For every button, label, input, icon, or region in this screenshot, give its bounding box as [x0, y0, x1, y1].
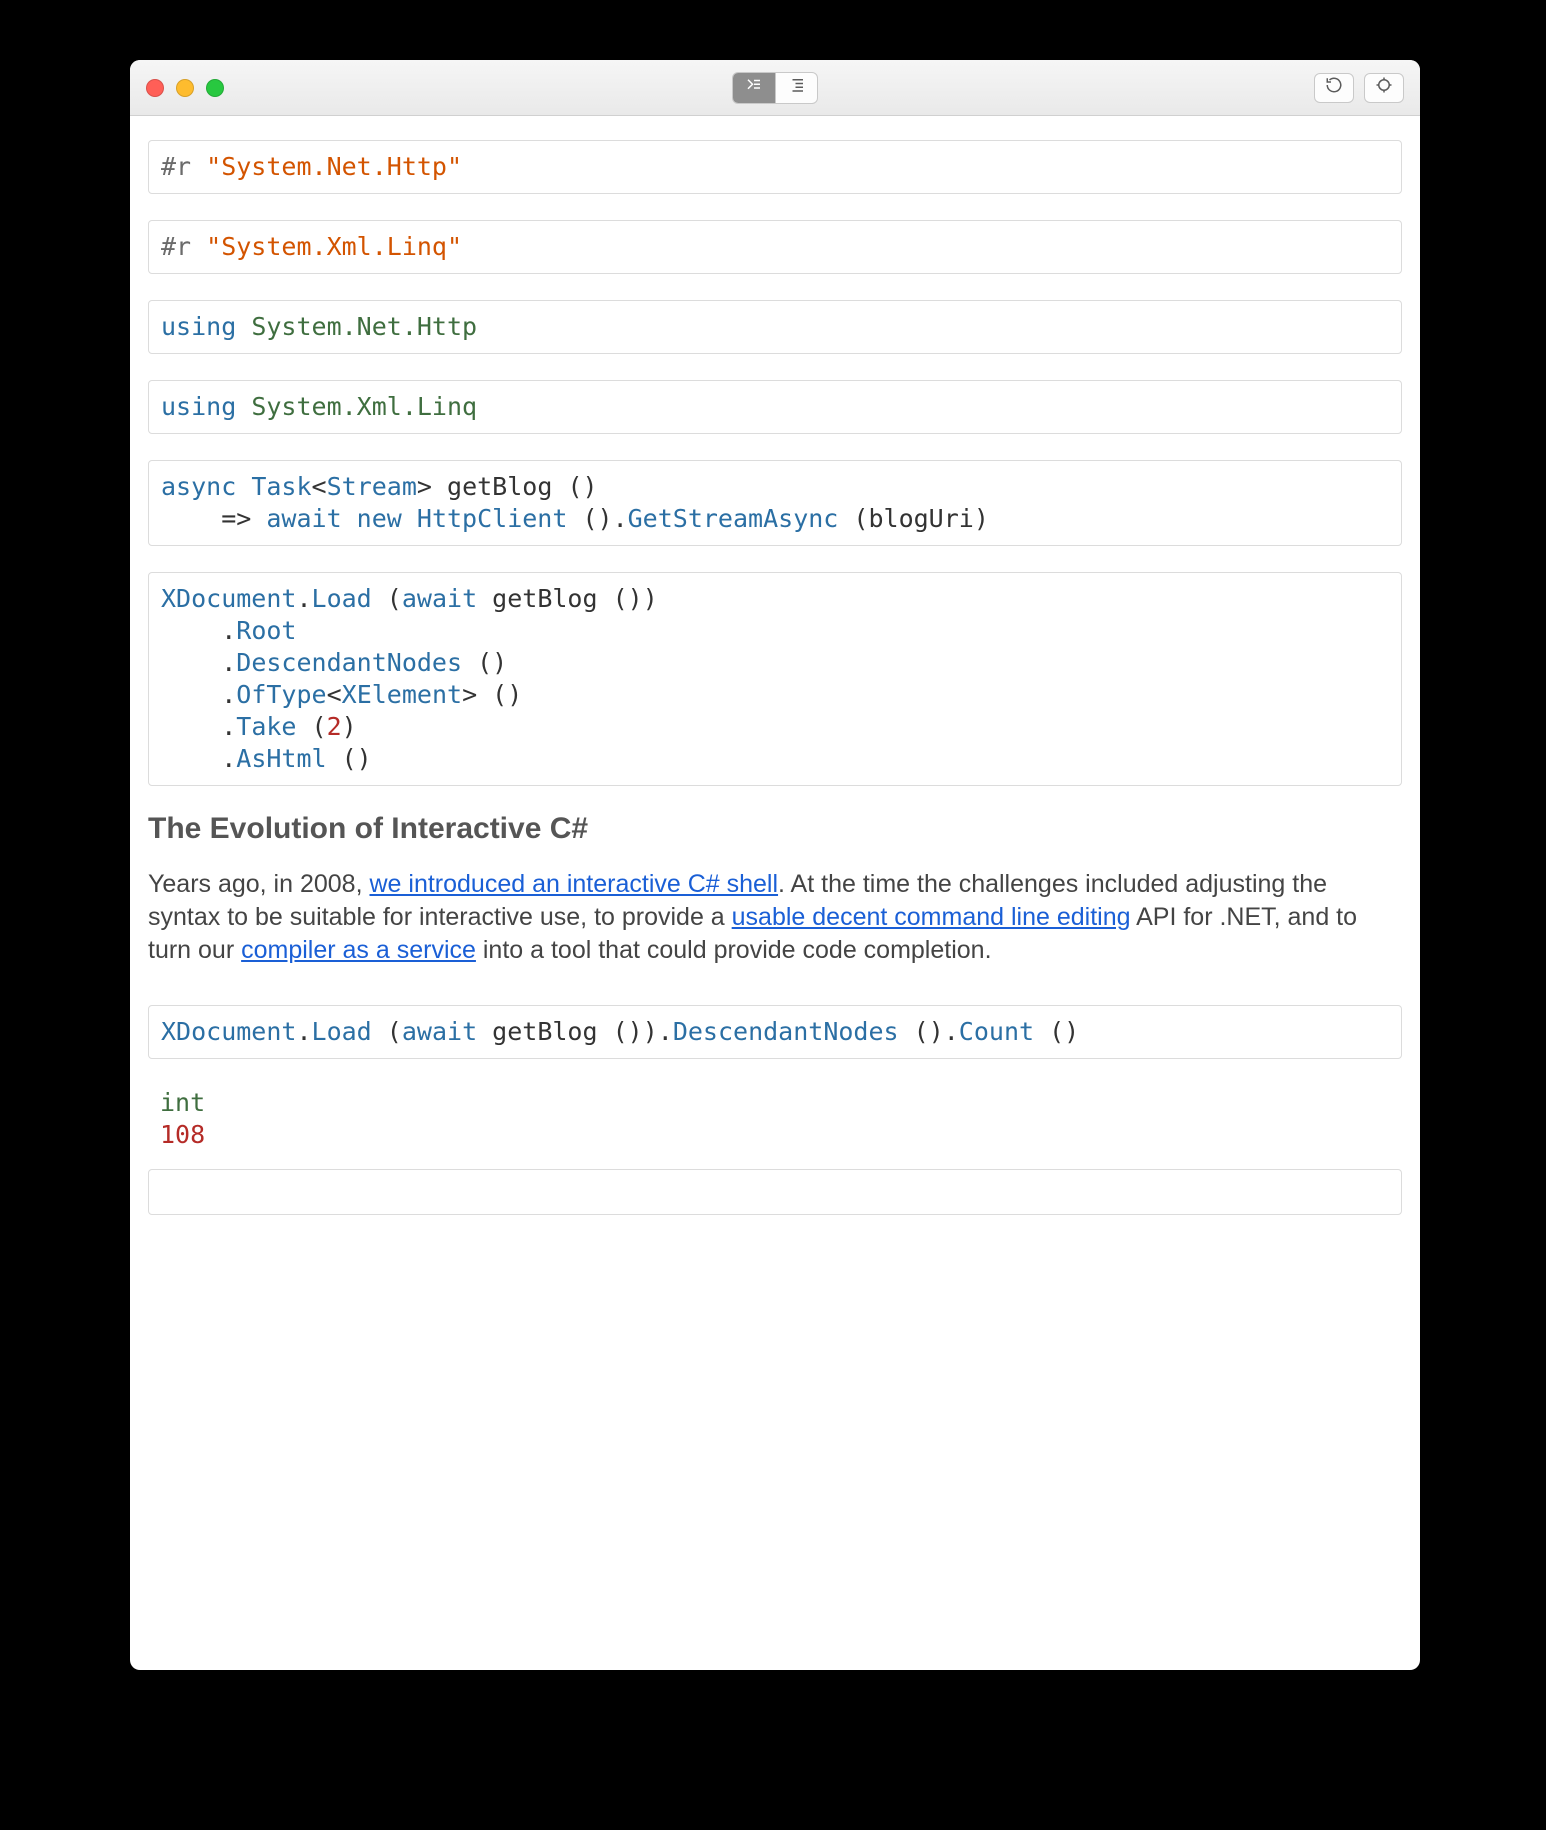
code-token: await [402, 1017, 492, 1046]
output-text: into a tool that could provide code comp… [476, 936, 992, 964]
code-token: DescendantNodes [673, 1017, 914, 1046]
code-token: ) [974, 504, 989, 533]
code-token: ( [387, 1017, 402, 1046]
code-token: Load [312, 584, 387, 613]
target-icon [1375, 76, 1393, 99]
html-output: The Evolution of Interactive C# Years ag… [148, 812, 1402, 967]
code-token: ) [342, 712, 357, 741]
app-window: #r "System.Net.Http" #r "System.Xml.Linq… [130, 60, 1420, 1670]
view-mode-segmented [732, 72, 818, 104]
code-token: await [266, 504, 356, 533]
code-token: new [357, 504, 417, 533]
code-token: using [161, 392, 251, 421]
code-token: System.Net.Http [251, 312, 477, 341]
window-controls [146, 79, 224, 97]
code-token: Root [236, 616, 296, 645]
zoom-button[interactable] [206, 79, 224, 97]
code-cell[interactable]: XDocument.Load (await getBlog ()).Descen… [148, 1005, 1402, 1059]
code-token: XDocument [161, 1017, 296, 1046]
code-token: > [417, 472, 447, 501]
code-cell[interactable]: using System.Xml.Linq [148, 380, 1402, 434]
code-token: #r [161, 232, 206, 261]
code-token: ( [387, 584, 402, 613]
output-paragraph: Years ago, in 2008, we introduced an int… [148, 868, 1402, 967]
code-mode-icon [745, 76, 763, 99]
output-text: Years ago, in 2008, [148, 870, 369, 898]
code-token: < [327, 680, 342, 709]
code-token: ( [312, 712, 327, 741]
titlebar [130, 60, 1420, 116]
code-token: System.Xml.Linq [251, 392, 477, 421]
code-token: "System.Xml.Linq" [206, 232, 462, 261]
code-token: < [312, 472, 327, 501]
outline-mode-icon [788, 76, 806, 99]
reload-button[interactable] [1314, 73, 1354, 103]
code-token: . [296, 1017, 311, 1046]
output-link[interactable]: compiler as a service [241, 936, 476, 964]
code-token: . [161, 744, 236, 773]
code-token: ()). [613, 1017, 673, 1046]
code-token: ()) [613, 584, 658, 613]
result-value: 108 [160, 1119, 1390, 1151]
code-cell[interactable]: using System.Net.Http [148, 300, 1402, 354]
code-token: () [342, 744, 372, 773]
result-type: int [160, 1087, 1390, 1119]
code-cell[interactable]: XDocument.Load (await getBlog ()) .Root … [148, 572, 1402, 786]
toolbar-right [1314, 73, 1404, 103]
code-cell[interactable]: #r "System.Xml.Linq" [148, 220, 1402, 274]
code-cell[interactable]: #r "System.Net.Http" [148, 140, 1402, 194]
notebook-content[interactable]: #r "System.Net.Http" #r "System.Xml.Linq… [130, 116, 1420, 1670]
minimize-button[interactable] [176, 79, 194, 97]
output-link[interactable]: we introduced an interactive C# shell [369, 870, 778, 898]
code-token: await [402, 584, 492, 613]
code-token: DescendantNodes [236, 648, 477, 677]
code-token: . [161, 648, 236, 677]
code-token: OfType [236, 680, 326, 709]
code-token: () [1049, 1017, 1079, 1046]
target-button[interactable] [1364, 73, 1404, 103]
code-cell[interactable]: async Task<Stream> getBlog () => await n… [148, 460, 1402, 546]
outline-mode-button[interactable] [775, 73, 817, 103]
code-token: getBlog [492, 1017, 612, 1046]
code-token: blogUri [868, 504, 973, 533]
close-button[interactable] [146, 79, 164, 97]
output-heading: The Evolution of Interactive C# [148, 812, 1402, 846]
code-token: getBlog [492, 584, 612, 613]
code-token: #r [161, 152, 206, 181]
code-token: . [161, 616, 236, 645]
code-token: . [161, 712, 236, 741]
output-link[interactable]: usable decent command line editing [732, 903, 1131, 931]
code-token: () [477, 648, 507, 677]
reload-icon [1325, 76, 1343, 99]
code-token: XDocument [161, 584, 296, 613]
code-token: "System.Net.Http" [206, 152, 462, 181]
empty-code-cell[interactable] [148, 1169, 1402, 1215]
code-token: => [161, 504, 266, 533]
code-token: 2 [327, 712, 342, 741]
code-token: AsHtml [236, 744, 341, 773]
code-token: using [161, 312, 251, 341]
code-token: Take [236, 712, 311, 741]
code-token: XElement [342, 680, 462, 709]
code-token: (). [914, 1017, 959, 1046]
code-mode-button[interactable] [733, 73, 775, 103]
code-token: (). [582, 504, 627, 533]
code-token: HttpClient [417, 504, 583, 533]
code-token: getBlog [447, 472, 567, 501]
code-token: async [161, 472, 251, 501]
code-token: () [567, 472, 597, 501]
code-token: . [161, 680, 236, 709]
result-output: int 108 [148, 1085, 1402, 1169]
code-token: . [296, 584, 311, 613]
code-token: ( [853, 504, 868, 533]
code-token: Count [959, 1017, 1049, 1046]
code-token: GetStreamAsync [628, 504, 854, 533]
code-token: > () [462, 680, 522, 709]
code-token: Task [251, 472, 311, 501]
code-token: Load [312, 1017, 387, 1046]
code-token: Stream [327, 472, 417, 501]
